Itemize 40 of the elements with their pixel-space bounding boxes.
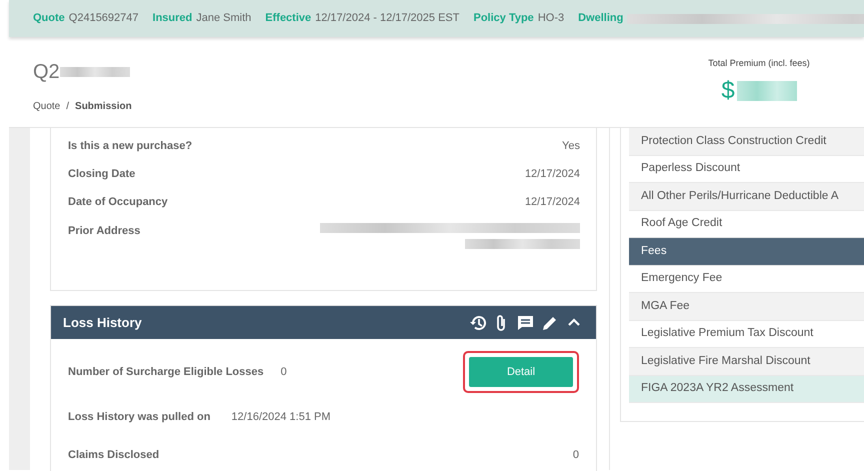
section-header-row: Fees	[629, 238, 864, 266]
card-title: Loss History	[63, 314, 142, 332]
field-value: 12/16/2024 1:51 PM	[231, 410, 330, 425]
field-value: 0	[572, 448, 579, 463]
redacted-text	[60, 67, 130, 77]
breadcrumb-link[interactable]: Quote	[33, 99, 60, 114]
field-label: Loss History was pulled on	[68, 410, 210, 425]
field-label: Number of Surcharge Eligible Losses	[68, 364, 264, 380]
table-row: Protection Class Construction Credit	[629, 128, 864, 156]
field-value: HO-3	[538, 11, 564, 26]
detail-label: Is this a new purchase?	[68, 138, 192, 154]
field-label: Effective	[265, 11, 312, 26]
detail-label: Prior Address	[68, 224, 140, 239]
field-value: Jane Smith	[196, 11, 252, 26]
table-row: Legislative Fire Marshal Discount	[629, 348, 864, 376]
detail-value: 12/17/2024	[524, 194, 580, 210]
premium-label: Total Premium (incl. fees)	[707, 57, 811, 70]
field-label: Policy Type	[473, 11, 534, 26]
detail-value: 12/17/2024	[524, 166, 580, 182]
field-label: Claims Disclosed	[68, 448, 160, 463]
breadcrumb-separator: /	[66, 100, 70, 114]
detail-label: Date of Occupancy	[68, 194, 168, 210]
breadcrumb-current: Submission	[75, 100, 132, 114]
comment-icon[interactable]	[517, 314, 534, 331]
detail-value: Yes	[562, 138, 580, 154]
field-label: Quote	[33, 11, 65, 26]
field-value: Q2415692747	[68, 11, 139, 26]
pencil-icon[interactable]	[541, 314, 558, 331]
quote-title: Q2	[33, 60, 60, 85]
redacted-text	[736, 80, 797, 100]
field-value: 0	[280, 364, 287, 380]
history-icon[interactable]	[469, 314, 486, 331]
field-label: Dwelling	[578, 11, 624, 26]
premium-currency: $	[721, 76, 735, 106]
field-label: Insured	[152, 11, 192, 26]
table-row: FIGA 2023A YR2 Assessment	[629, 376, 864, 403]
table-row: MGA Fee	[629, 293, 864, 320]
field-value: 12/17/2024 - 12/17/2025 EST	[315, 11, 460, 26]
detail-label: Closing Date	[68, 166, 136, 182]
table-row: All Other Perils/Hurricane Deductible A	[629, 183, 864, 210]
